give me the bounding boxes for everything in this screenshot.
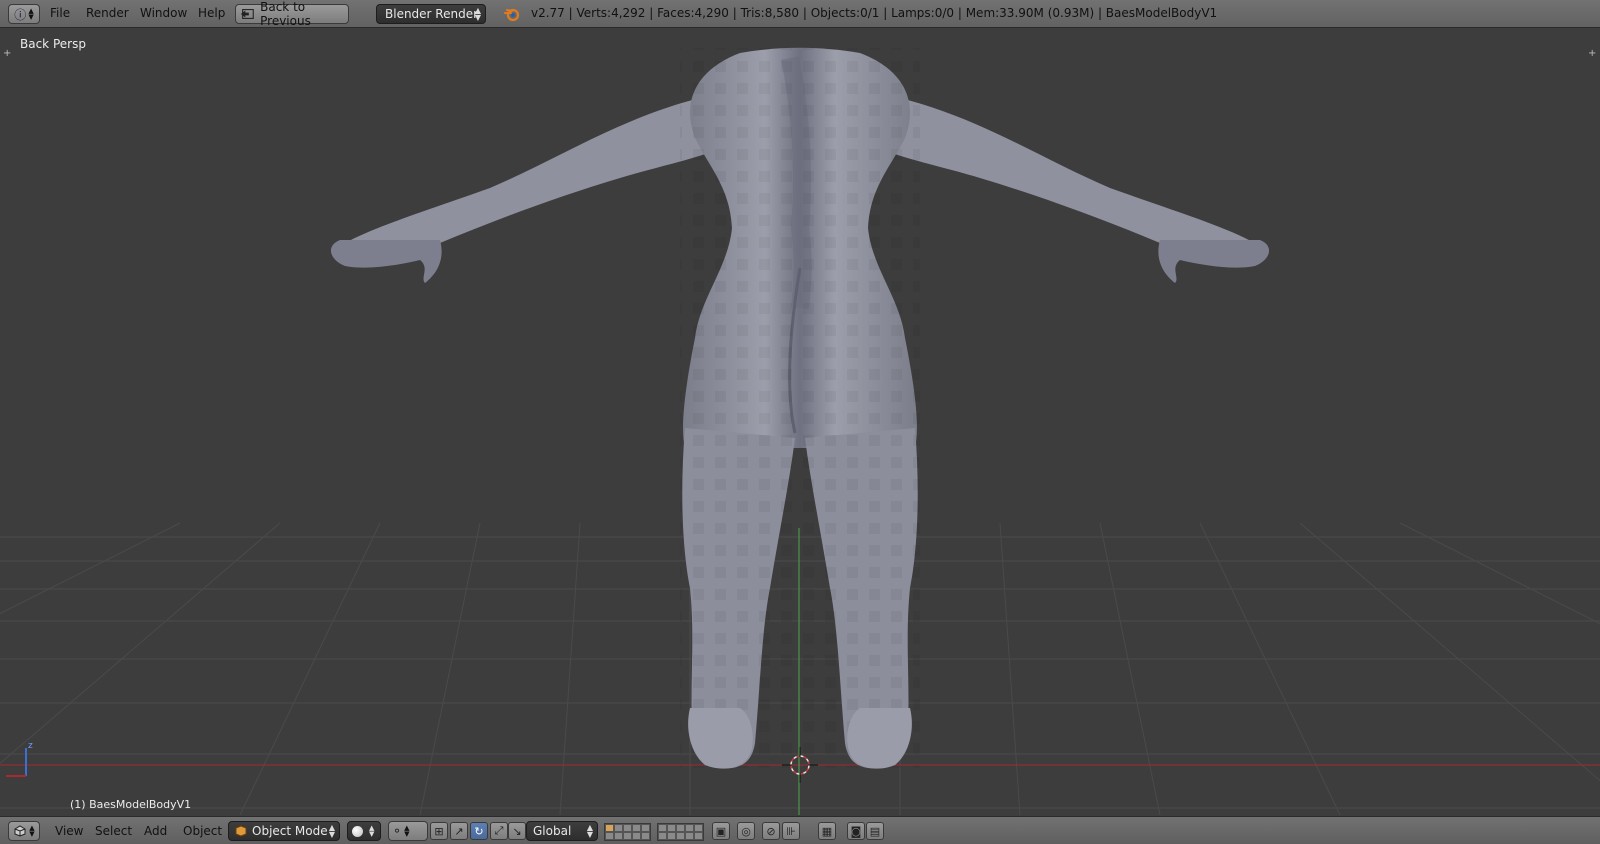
translate-toggle[interactable]: ↗ xyxy=(450,822,468,840)
pivot-icon: ⚬ xyxy=(392,824,403,838)
translate-icon: ↗ xyxy=(454,824,464,838)
viewport-canvas xyxy=(0,47,1600,815)
3d-view-header: ▲ ▼ View Select Add Object Object Mode ▲ ▼… xyxy=(0,816,1600,844)
view-perspective-label: Back Persp xyxy=(20,37,86,51)
menu-select[interactable]: Select xyxy=(95,824,132,838)
transform-space-toggle[interactable]: ↘ xyxy=(508,822,526,840)
chevron-updown-icon: ▲ ▼ xyxy=(586,823,593,839)
lock-camera-toggle[interactable]: ▣ xyxy=(712,822,730,840)
layer-toggle[interactable] xyxy=(694,824,703,832)
chevron-updown-icon: ▲ ▼ xyxy=(404,824,410,838)
chevron-updown-icon: ▲ ▼ xyxy=(369,824,375,838)
orientation-value: Global xyxy=(533,824,572,838)
layers-group-1[interactable] xyxy=(604,823,651,841)
menu-view[interactable]: View xyxy=(55,824,83,838)
layer-toggle[interactable] xyxy=(614,832,623,840)
menu-object[interactable]: Object xyxy=(183,824,222,838)
editor-type-button[interactable]: ▲ ▼ xyxy=(8,821,40,841)
info-icon: ⓘ xyxy=(14,7,27,22)
render-animation-button[interactable]: ▤ xyxy=(866,822,884,840)
layer-toggle[interactable] xyxy=(658,824,667,832)
layers-group-2[interactable] xyxy=(657,823,704,841)
info-header: ⓘ ▲ ▼ File Render Window Help Back to Pre… xyxy=(0,0,1600,28)
camera-icon: ◙ xyxy=(850,824,862,838)
chevron-updown-icon: ▲ ▼ xyxy=(474,6,481,22)
rotate-toggle[interactable]: ↻ xyxy=(470,822,488,840)
layer-toggle[interactable] xyxy=(641,824,650,832)
layer-toggle[interactable] xyxy=(667,824,676,832)
layer-toggle[interactable] xyxy=(632,832,641,840)
layer-toggle[interactable] xyxy=(641,832,650,840)
snap-element-select[interactable]: ⊪ xyxy=(782,822,800,840)
interaction-mode-select[interactable]: Object Mode ▲ ▼ xyxy=(228,821,340,841)
layer-toggle[interactable] xyxy=(685,832,694,840)
snap-toggle[interactable]: ⊘ xyxy=(762,822,780,840)
render-image-button[interactable]: ◙ xyxy=(847,822,865,840)
layer-toggle[interactable] xyxy=(676,832,685,840)
proportional-edit-toggle[interactable]: ◎ xyxy=(737,822,755,840)
axis-z-label: z xyxy=(28,741,33,751)
menu-window[interactable]: Window xyxy=(140,6,187,20)
rotate-icon: ↻ xyxy=(474,824,484,838)
render-icon: ▦ xyxy=(821,824,833,838)
layer-toggle[interactable] xyxy=(685,824,694,832)
transform-orientation-select[interactable]: Global ▲ ▼ xyxy=(526,821,598,841)
proportional-edit-icon: ◎ xyxy=(741,824,751,838)
layer-toggle[interactable] xyxy=(623,824,632,832)
scale-toggle[interactable]: ⤢ xyxy=(490,822,508,840)
render-engine-select[interactable]: Blender Render ▲ ▼ xyxy=(376,4,486,24)
layer-toggle[interactable] xyxy=(605,832,614,840)
layer-toggle[interactable] xyxy=(658,832,667,840)
interaction-mode-value: Object Mode xyxy=(252,824,328,838)
active-object-label: (1) BaesModelBodyV1 xyxy=(70,798,192,811)
snap-element-icon: ⊪ xyxy=(786,824,796,838)
3d-view-icon xyxy=(14,825,26,837)
chevron-updown-icon: ▲ ▼ xyxy=(28,7,34,21)
lock-icon: ▣ xyxy=(715,824,727,838)
render-settings-button[interactable]: ▦ xyxy=(818,822,836,840)
layer-toggle[interactable] xyxy=(605,824,614,832)
back-button-label: Back to Previous xyxy=(260,0,311,28)
back-icon xyxy=(240,9,254,19)
3d-viewport[interactable]: z Back Persp (1) BaesModelBodyV1 + + xyxy=(0,28,1600,815)
manipulator-toggle[interactable]: ⊞ xyxy=(430,822,448,840)
scale-icon: ⤢ xyxy=(494,824,504,837)
layer-toggle[interactable] xyxy=(614,824,623,832)
menu-add[interactable]: Add xyxy=(144,824,167,838)
editor-type-button[interactable]: ⓘ ▲ ▼ xyxy=(8,4,40,24)
pivot-point-select[interactable]: ⚬ ▲ ▼ xyxy=(388,821,428,841)
layer-toggle[interactable] xyxy=(694,832,703,840)
render-engine-value: Blender Render xyxy=(385,7,479,21)
region-expand-left-icon[interactable]: + xyxy=(3,49,11,59)
back-to-previous-button[interactable]: Back to Previous xyxy=(235,0,349,28)
axis-gizmo xyxy=(6,748,27,777)
blender-logo-icon xyxy=(504,8,520,22)
snap-icon: ⊘ xyxy=(766,824,776,838)
region-expand-right-icon[interactable]: + xyxy=(1588,49,1596,59)
clapper-icon: ▤ xyxy=(869,824,881,838)
layer-toggle[interactable] xyxy=(623,832,632,840)
layer-toggle[interactable] xyxy=(667,832,676,840)
transform-icon: ↘ xyxy=(512,824,522,838)
viewport-shading-select[interactable]: ▲ ▼ xyxy=(347,821,381,841)
scene-stats: v2.77 | Verts:4,292 | Faces:4,290 | Tris… xyxy=(531,6,1218,20)
menu-file[interactable]: File xyxy=(50,6,70,20)
manipulator-icon: ⊞ xyxy=(434,824,444,838)
menu-render[interactable]: Render xyxy=(86,6,129,20)
chevron-updown-icon: ▲ ▼ xyxy=(29,824,35,838)
layer-toggle[interactable] xyxy=(632,824,641,832)
menu-help[interactable]: Help xyxy=(198,6,225,20)
sphere-shading-icon xyxy=(352,825,363,837)
layer-toggle[interactable] xyxy=(676,824,685,832)
chevron-updown-icon: ▲ ▼ xyxy=(328,823,335,839)
cube-icon xyxy=(235,825,247,837)
